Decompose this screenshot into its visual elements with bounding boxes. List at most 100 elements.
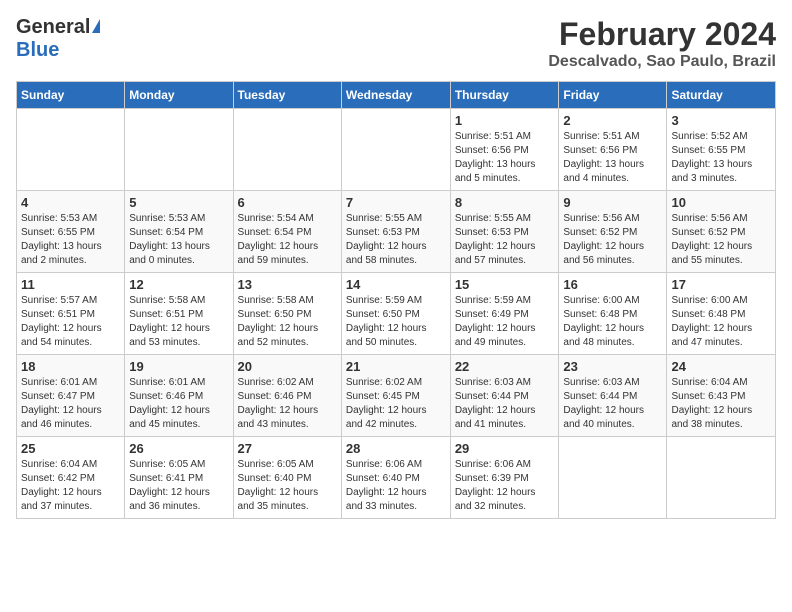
day-info: Sunrise: 6:02 AM Sunset: 6:46 PM Dayligh… [238,376,337,432]
day-number: 9 [563,195,662,210]
calendar-week-row: 4 Sunrise: 5:53 AM Sunset: 6:55 PM Daylig… [17,191,776,273]
calendar-cell: 25 Sunrise: 6:04 AM Sunset: 6:42 PM Dayli… [17,437,125,519]
calendar-week-row: 25 Sunrise: 6:04 AM Sunset: 6:42 PM Dayli… [17,437,776,519]
page-header: General Blue February 2024 Descalvado, S… [16,16,776,71]
day-number: 25 [21,441,120,456]
calendar-cell: 4 Sunrise: 5:53 AM Sunset: 6:55 PM Daylig… [17,191,125,273]
calendar-cell: 6 Sunrise: 5:54 AM Sunset: 6:54 PM Daylig… [233,191,341,273]
day-info: Sunrise: 6:04 AM Sunset: 6:43 PM Dayligh… [671,376,771,432]
logo-general-text: General [16,16,90,39]
title-section: February 2024 Descalvado, Sao Paulo, Bra… [548,16,776,71]
day-number: 22 [455,359,555,374]
calendar-cell: 16 Sunrise: 6:00 AM Sunset: 6:48 PM Dayli… [559,273,667,355]
calendar-cell: 11 Sunrise: 5:57 AM Sunset: 6:51 PM Dayli… [17,273,125,355]
calendar-cell: 8 Sunrise: 5:55 AM Sunset: 6:53 PM Daylig… [450,191,559,273]
calendar-cell: 23 Sunrise: 6:03 AM Sunset: 6:44 PM Dayli… [559,355,667,437]
day-info: Sunrise: 5:56 AM Sunset: 6:52 PM Dayligh… [671,212,771,268]
calendar-header-row: SundayMondayTuesdayWednesdayThursdayFrid… [17,82,776,109]
day-info: Sunrise: 6:04 AM Sunset: 6:42 PM Dayligh… [21,458,120,514]
day-number: 27 [238,441,337,456]
calendar-cell [233,109,341,191]
day-info: Sunrise: 5:57 AM Sunset: 6:51 PM Dayligh… [21,294,120,350]
day-number: 21 [346,359,446,374]
day-info: Sunrise: 5:56 AM Sunset: 6:52 PM Dayligh… [563,212,662,268]
calendar-cell: 21 Sunrise: 6:02 AM Sunset: 6:45 PM Dayli… [341,355,450,437]
day-info: Sunrise: 6:06 AM Sunset: 6:40 PM Dayligh… [346,458,446,514]
calendar-cell: 14 Sunrise: 5:59 AM Sunset: 6:50 PM Dayli… [341,273,450,355]
calendar-cell [17,109,125,191]
day-info: Sunrise: 5:53 AM Sunset: 6:54 PM Dayligh… [129,212,228,268]
day-info: Sunrise: 6:00 AM Sunset: 6:48 PM Dayligh… [563,294,662,350]
day-info: Sunrise: 6:03 AM Sunset: 6:44 PM Dayligh… [455,376,555,432]
calendar-week-row: 1 Sunrise: 5:51 AM Sunset: 6:56 PM Daylig… [17,109,776,191]
day-number: 3 [671,113,771,128]
day-number: 16 [563,277,662,292]
day-info: Sunrise: 5:53 AM Sunset: 6:55 PM Dayligh… [21,212,120,268]
calendar-cell [125,109,233,191]
day-info: Sunrise: 5:59 AM Sunset: 6:50 PM Dayligh… [346,294,446,350]
header-day-wednesday: Wednesday [341,82,450,109]
day-number: 26 [129,441,228,456]
day-info: Sunrise: 5:55 AM Sunset: 6:53 PM Dayligh… [346,212,446,268]
day-info: Sunrise: 6:05 AM Sunset: 6:41 PM Dayligh… [129,458,228,514]
day-info: Sunrise: 5:51 AM Sunset: 6:56 PM Dayligh… [563,130,662,186]
calendar-cell: 15 Sunrise: 5:59 AM Sunset: 6:49 PM Dayli… [450,273,559,355]
calendar-cell: 9 Sunrise: 5:56 AM Sunset: 6:52 PM Daylig… [559,191,667,273]
calendar-cell: 2Sunrise: 5:51 AM Sunset: 6:56 PM Daylig… [559,109,667,191]
calendar-cell: 20 Sunrise: 6:02 AM Sunset: 6:46 PM Dayli… [233,355,341,437]
calendar-cell: 1 Sunrise: 5:51 AM Sunset: 6:56 PM Daylig… [450,109,559,191]
calendar-table: SundayMondayTuesdayWednesdayThursdayFrid… [16,81,776,519]
header-day-tuesday: Tuesday [233,82,341,109]
logo-blue-text: Blue [16,39,59,62]
calendar-cell: 3 Sunrise: 5:52 AM Sunset: 6:55 PM Daylig… [667,109,776,191]
day-info: Sunrise: 6:00 AM Sunset: 6:48 PM Dayligh… [671,294,771,350]
header-day-monday: Monday [125,82,233,109]
day-number: 18 [21,359,120,374]
location-title: Descalvado, Sao Paulo, Brazil [548,53,776,71]
calendar-cell: 10 Sunrise: 5:56 AM Sunset: 6:52 PM Dayli… [667,191,776,273]
day-number: 24 [671,359,771,374]
day-info: Sunrise: 5:55 AM Sunset: 6:53 PM Dayligh… [455,212,555,268]
calendar-cell [341,109,450,191]
calendar-cell [559,437,667,519]
day-info: Sunrise: 6:03 AM Sunset: 6:44 PM Dayligh… [563,376,662,432]
logo-icon [92,19,100,33]
calendar-cell: 29 Sunrise: 6:06 AM Sunset: 6:39 PM Dayli… [450,437,559,519]
calendar-cell: 13Sunrise: 5:58 AM Sunset: 6:50 PM Dayli… [233,273,341,355]
header-day-sunday: Sunday [17,82,125,109]
day-info: Sunrise: 6:06 AM Sunset: 6:39 PM Dayligh… [455,458,555,514]
day-number: 8 [455,195,555,210]
day-number: 23 [563,359,662,374]
day-number: 1 [455,113,555,128]
day-number: 11 [21,277,120,292]
day-number: 6 [238,195,337,210]
header-day-friday: Friday [559,82,667,109]
logo: General Blue [16,16,100,62]
day-number: 29 [455,441,555,456]
day-info: Sunrise: 6:01 AM Sunset: 6:46 PM Dayligh… [129,376,228,432]
day-number: 10 [671,195,771,210]
day-info: Sunrise: 5:51 AM Sunset: 6:56 PM Dayligh… [455,130,555,186]
calendar-cell: 19Sunrise: 6:01 AM Sunset: 6:46 PM Dayli… [125,355,233,437]
day-number: 17 [671,277,771,292]
calendar-cell: 7Sunrise: 5:55 AM Sunset: 6:53 PM Daylig… [341,191,450,273]
day-number: 14 [346,277,446,292]
day-info: Sunrise: 6:05 AM Sunset: 6:40 PM Dayligh… [238,458,337,514]
day-number: 20 [238,359,337,374]
day-info: Sunrise: 5:58 AM Sunset: 6:51 PM Dayligh… [129,294,228,350]
day-info: Sunrise: 5:54 AM Sunset: 6:54 PM Dayligh… [238,212,337,268]
calendar-week-row: 18Sunrise: 6:01 AM Sunset: 6:47 PM Dayli… [17,355,776,437]
day-number: 13 [238,277,337,292]
day-number: 12 [129,277,228,292]
day-number: 5 [129,195,228,210]
calendar-cell: 18Sunrise: 6:01 AM Sunset: 6:47 PM Dayli… [17,355,125,437]
day-info: Sunrise: 5:52 AM Sunset: 6:55 PM Dayligh… [671,130,771,186]
calendar-cell: 12 Sunrise: 5:58 AM Sunset: 6:51 PM Dayli… [125,273,233,355]
day-info: Sunrise: 6:02 AM Sunset: 6:45 PM Dayligh… [346,376,446,432]
calendar-cell: 27 Sunrise: 6:05 AM Sunset: 6:40 PM Dayli… [233,437,341,519]
calendar-cell: 28Sunrise: 6:06 AM Sunset: 6:40 PM Dayli… [341,437,450,519]
day-number: 15 [455,277,555,292]
day-info: Sunrise: 5:59 AM Sunset: 6:49 PM Dayligh… [455,294,555,350]
calendar-cell [667,437,776,519]
day-number: 4 [21,195,120,210]
